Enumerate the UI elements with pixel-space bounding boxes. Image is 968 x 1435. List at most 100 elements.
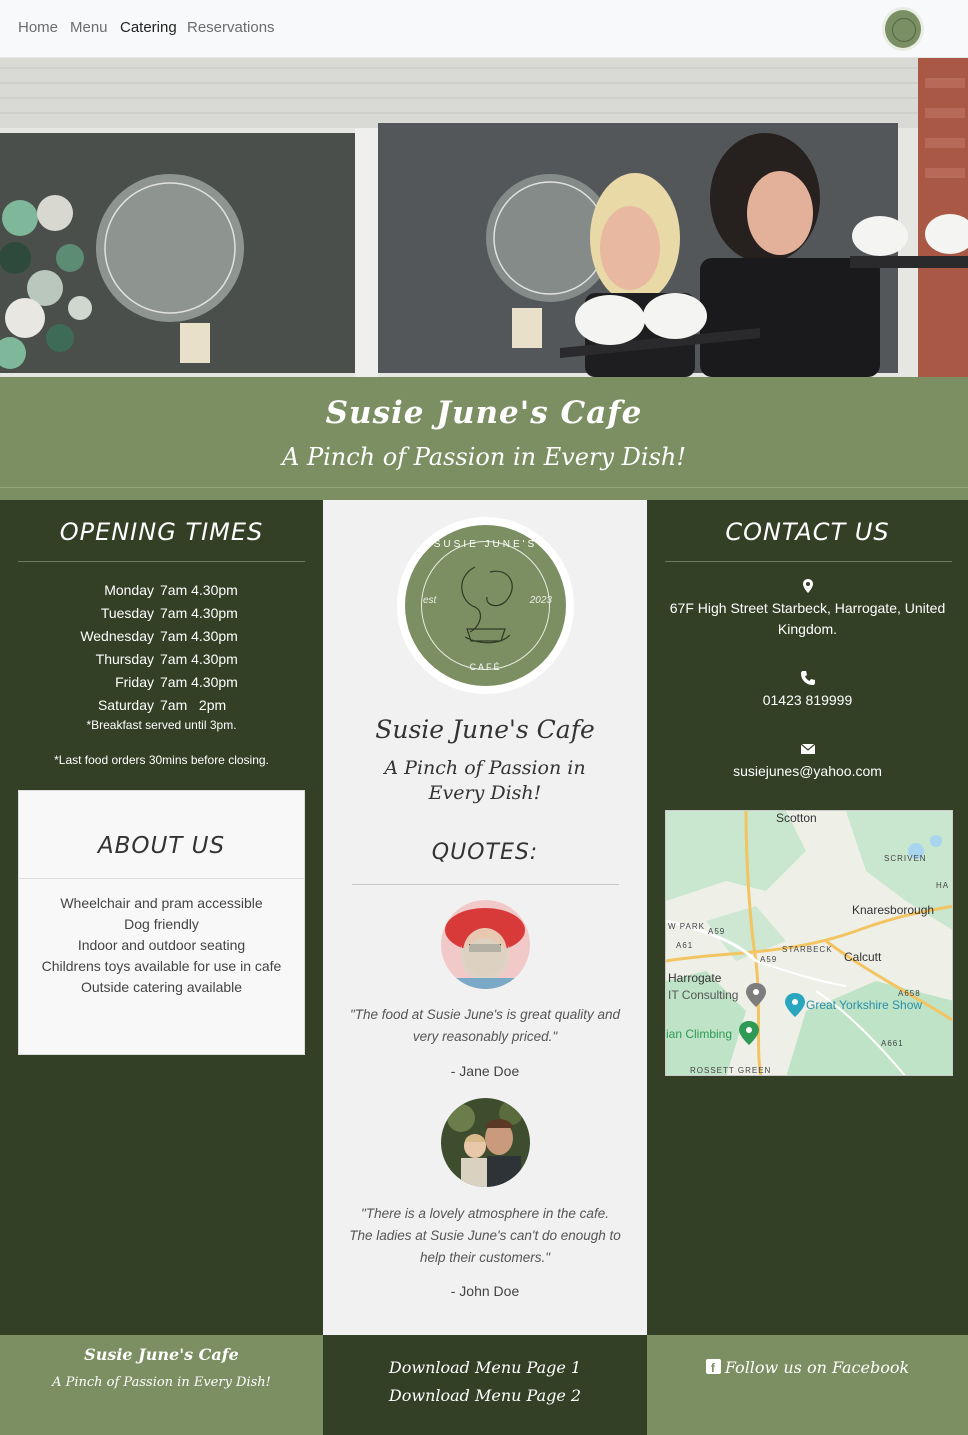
banner-title: Susie June's Cafe: [325, 395, 643, 431]
contact-us-heading: CONTACT US: [725, 518, 890, 546]
map-label: Calcutt: [844, 950, 882, 964]
map-label: A59: [760, 955, 778, 964]
avatar: [441, 900, 530, 989]
hours-time: 7am 4.30pm: [160, 627, 238, 644]
list-item: Wheelchair and pram accessible: [60, 895, 263, 911]
breakfast-note: *Breakfast served until 3pm.: [86, 718, 237, 732]
quote-author: - Jane Doe: [450, 1063, 520, 1079]
hours-time: 7am 4.30pm: [160, 581, 238, 598]
footer-title: Susie June's Cafe: [84, 1345, 239, 1364]
hours-day: Tuesday: [100, 604, 154, 621]
hours-time: 7am 4.30pm: [160, 604, 238, 621]
map-label: A661: [881, 1039, 904, 1048]
quotes-column: SUSIE JUNE'S est 2023 CAFÉ Susie June's …: [323, 500, 647, 1335]
hours-day: Monday: [104, 581, 154, 598]
footer-brand: Susie June's Cafe A Pinch of Passion in …: [0, 1335, 323, 1435]
logo-disc: SUSIE JUNE'S est 2023 CAFÉ: [405, 525, 566, 686]
map-label: Knaresborough: [852, 903, 935, 917]
hours-row: Tuesday 7am 4.30pm: [80, 601, 260, 624]
download-menu-page-2-link[interactable]: Download Menu Page 2: [323, 1386, 647, 1405]
hero-banner: Susie June's Cafe A Pinch of Passion in …: [0, 377, 968, 500]
banner-tagline: A Pinch of Passion in Every Dish!: [282, 443, 686, 471]
map-pin-icon: [802, 579, 813, 593]
map-label: ROSSETT GREEN: [690, 1066, 772, 1075]
nav-logo[interactable]: [882, 7, 924, 51]
map-label: Harrogate: [668, 971, 722, 985]
hours-row: Thursday 7am 4.30pm: [80, 647, 260, 670]
quotes-heading: QUOTES:: [431, 840, 539, 865]
opening-times-column: OPENING TIMES Monday 7am 4.30pm Tuesday 7a…: [0, 500, 323, 1335]
nav-menu-link[interactable]: Menu: [70, 19, 108, 36]
list-item: Childrens toys available for use in cafe: [41, 958, 282, 974]
quote-text: "The food at Susie June's is great quali…: [349, 1007, 621, 1044]
facebook-link-label: Follow us on Facebook: [724, 1358, 910, 1377]
logo-bottom-text: CAFÉ: [469, 662, 502, 672]
contact-divider: [665, 561, 952, 562]
location-map[interactable]: Scotton SCRIVEN HA Knaresborough W PARK …: [665, 810, 953, 1076]
logo-top-text: SUSIE JUNE'S: [433, 539, 538, 550]
list-item: Dog friendly: [124, 916, 199, 932]
map-label: STARBECK: [782, 945, 833, 954]
map-label: Great Yorkshire Show: [806, 998, 923, 1012]
quote-author: - John Doe: [450, 1283, 520, 1299]
cafe-title: Susie June's Cafe: [375, 715, 595, 744]
footer-downloads: Download Menu Page 1 Download Menu Page …: [323, 1335, 647, 1435]
map-label: Scotton: [776, 811, 817, 825]
download-menu-page-1-link[interactable]: Download Menu Page 1: [323, 1358, 647, 1377]
contact-column: CONTACT US 67F High Street Starbeck, Har…: [647, 500, 968, 1335]
map-label: IT Consulting: [668, 988, 739, 1002]
hours-row: Monday 7am 4.30pm: [80, 578, 260, 601]
hero-image: [0, 58, 968, 377]
logo-line-art: [461, 566, 513, 644]
about-us-card: ABOUT US Wheelchair and pram accessible …: [18, 790, 305, 1055]
facebook-icon: f: [705, 1359, 721, 1375]
navbar: Home Menu Catering Reservations: [0, 0, 968, 58]
logo-est-text: est: [423, 595, 437, 606]
hours-time: 7am 4.30pm: [160, 673, 238, 690]
envelope-icon: [800, 743, 815, 754]
facebook-link[interactable]: f Follow us on Facebook: [647, 1358, 968, 1377]
phone-block: 01423 819999: [647, 670, 968, 711]
map-label: SCRIVEN: [884, 854, 927, 863]
quote-text: "There is a lovely atmosphere in the caf…: [349, 1206, 621, 1265]
hours-day: Wednesday: [80, 627, 154, 644]
phone-number[interactable]: 01423 819999: [647, 690, 968, 711]
email-address[interactable]: susiejunes@yahoo.com: [647, 761, 968, 782]
about-us-heading: ABOUT US: [97, 833, 226, 859]
opening-times-divider: [18, 561, 305, 562]
phone-icon: [800, 671, 815, 685]
hours-row: Saturday 7am 2pm: [80, 693, 260, 716]
opening-times-heading: OPENING TIMES: [59, 518, 264, 546]
opening-hours-list: Monday 7am 4.30pm Tuesday 7am 4.30pm Wedne…: [80, 578, 260, 716]
address-text: 67F High Street Starbeck, Harrogate, Uni…: [669, 600, 946, 637]
hours-day: Saturday: [97, 696, 154, 713]
hours-time: 7am 2pm: [160, 696, 227, 713]
nav-home-link[interactable]: Home: [18, 19, 58, 36]
hours-time: 7am 4.30pm: [160, 650, 238, 667]
address-block: 67F High Street Starbeck, Harrogate, Uni…: [665, 578, 950, 640]
cafe-logo: SUSIE JUNE'S est 2023 CAFÉ: [397, 517, 574, 694]
hours-row: Wednesday 7am 4.30pm: [80, 624, 260, 647]
about-us-divider: [19, 878, 304, 879]
list-item: Outside catering available: [80, 979, 243, 995]
quotes-divider: [352, 884, 619, 885]
map-label: W PARK: [668, 922, 705, 931]
nav-catering-link[interactable]: Catering: [120, 19, 177, 36]
footer-tagline: A Pinch of Passion in Every Dish!: [52, 1375, 271, 1390]
about-us-list: Wheelchair and pram accessible Dog frien…: [19, 893, 304, 998]
hours-row: Friday 7am 4.30pm: [80, 670, 260, 693]
email-block: susiejunes@yahoo.com: [647, 741, 968, 782]
map-label: HA: [936, 881, 950, 890]
last-orders-note: *Last food orders 30mins before closing.: [54, 753, 269, 767]
banner-divider: [0, 487, 968, 488]
map-label: A61: [676, 941, 694, 950]
avatar: [441, 1098, 530, 1187]
hours-day: Friday: [115, 673, 154, 690]
nav-reservations-link[interactable]: Reservations: [187, 19, 275, 36]
list-item: Indoor and outdoor seating: [77, 937, 246, 953]
map-label: ian Climbing: [666, 1027, 733, 1041]
cafe-tagline: A Pinch of Passion in Every Dish!: [384, 757, 586, 804]
footer-social: f Follow us on Facebook: [647, 1335, 968, 1435]
hours-day: Thursday: [95, 650, 154, 667]
logo-year-text: 2023: [529, 595, 552, 606]
